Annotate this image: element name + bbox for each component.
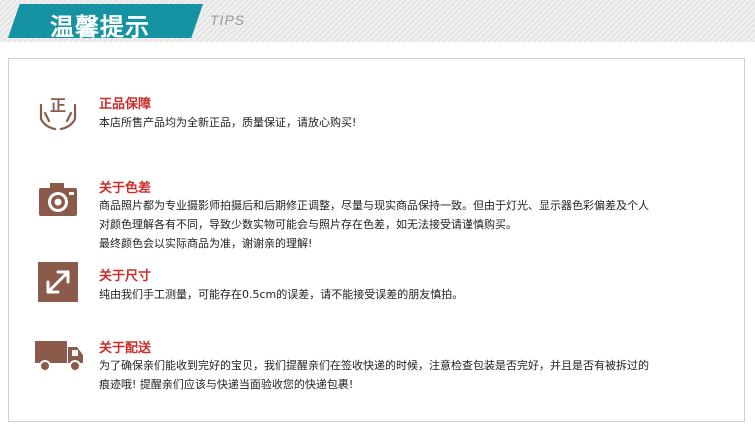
desc-line: 最终颜色会以实际商品为准，谢谢亲的理解!: [99, 237, 313, 250]
desc-line: 纯由我们手工测量，可能存在0.5cm的误差，请不能接受误差的朋友慎拍。: [99, 288, 464, 301]
desc-line: 对颜色理解各有不同，导致少数实物可能会与照片存在色差，如无法接受请谨慎购买。: [99, 218, 517, 231]
section-title: 关于配送: [99, 341, 152, 356]
section-desc: 纯由我们手工测量，可能存在0.5cm的误差，请不能接受误差的朋友慎拍。: [99, 285, 729, 304]
section-desc: 本店所售产品均为全新正品，质量保证，请放心购买!: [99, 113, 729, 132]
resize-arrow-icon: [38, 262, 78, 302]
page-subtitle: TIPS: [210, 12, 246, 28]
desc-line: 商品照片都为专业摄影师拍摄后和后期修正调整，尽量与现实商品保持一致。但由于灯光、…: [99, 199, 649, 212]
section-desc: 为了确保亲们能收到完好的宝贝，我们提醒亲们在签收快递的时候，注意检查包装是否完好…: [99, 356, 729, 394]
camera-icon: [39, 183, 77, 216]
page-title: 温馨提示: [50, 12, 150, 41]
tips-panel: 正 正品保障 本店所售产品均为全新正品，质量保证，请放心购买! 关于色差 商品照…: [8, 58, 745, 422]
desc-line: 本店所售产品均为全新正品，质量保证，请放心购买!: [99, 116, 357, 129]
section-desc: 商品照片都为专业摄影师拍摄后和后期修正调整，尽量与现实商品保持一致。但由于灯光、…: [99, 196, 729, 253]
section-title: 关于色差: [99, 181, 152, 196]
section-title: 正品保障: [99, 97, 152, 112]
svg-text:正: 正: [50, 96, 66, 115]
zheng-hands-icon: 正: [39, 96, 77, 131]
desc-line: 痕迹哦! 提醒亲们应该与快递当面验收您的快递包裹!: [99, 378, 354, 391]
desc-line: 为了确保亲们能收到完好的宝贝，我们提醒亲们在签收快递的时候，注意检查包装是否完好…: [99, 359, 649, 372]
header-bar: 温馨提示 TIPS: [0, 0, 755, 42]
section-title: 关于尺寸: [99, 269, 152, 284]
truck-icon: [35, 341, 83, 372]
